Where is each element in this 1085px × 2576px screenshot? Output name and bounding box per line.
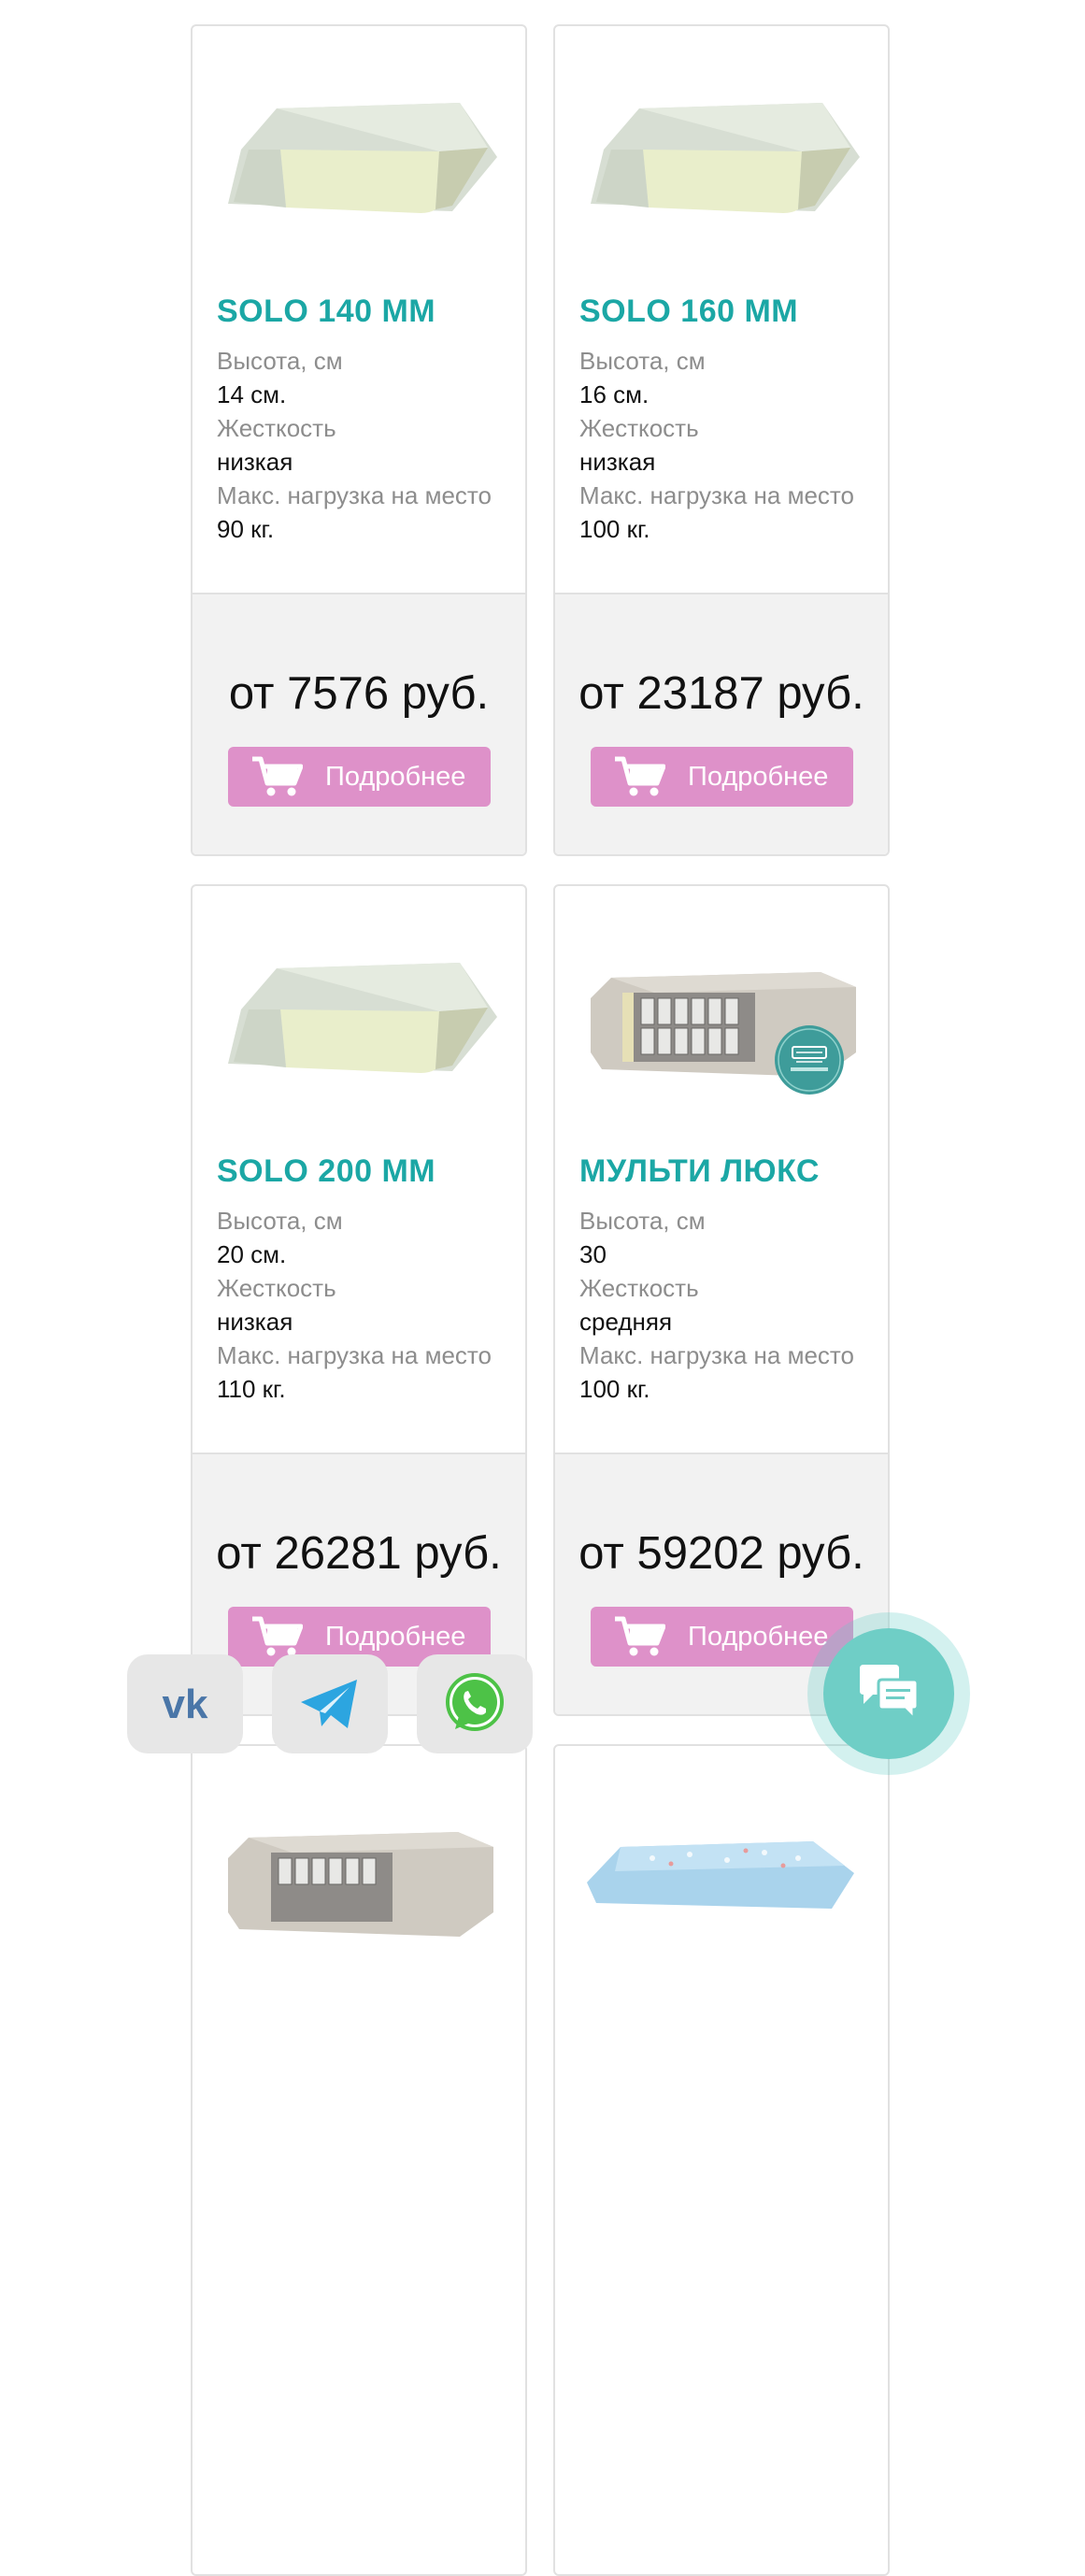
kids-mattress-image[interactable]: [578, 1772, 869, 1959]
double-sided-badge-icon: [775, 1025, 844, 1095]
details-button-label: Подробнее: [688, 1621, 829, 1652]
svg-text:vk: vk: [163, 1682, 208, 1725]
details-button-label: Подробнее: [325, 761, 466, 792]
height-label: Высота, см: [579, 347, 706, 375]
product-card: SOLO 200 MM Высота, см 20 см. Жесткость …: [191, 884, 527, 1716]
product-specs: Высота, см 16 см. Жесткость низкая Макс.…: [579, 344, 869, 546]
details-button-label: Подробнее: [688, 761, 829, 792]
product-card: [191, 1744, 527, 2576]
telegram-icon: [301, 1680, 357, 1728]
telegram-button[interactable]: [272, 1654, 388, 1753]
hardness-value: низкая: [579, 448, 656, 476]
hardness-label: Жесткость: [579, 1274, 699, 1302]
hardness-label: Жесткость: [217, 1274, 336, 1302]
product-specs: Высота, см 14 см. Жесткость низкая Макс.…: [217, 344, 507, 546]
hardness-value: низкая: [217, 1308, 293, 1336]
product-price: от 59202 руб.: [578, 1528, 864, 1579]
cart-icon: [615, 1616, 665, 1656]
product-price: от 23187 руб.: [578, 668, 864, 719]
product-price: от 7576 руб.: [228, 668, 490, 719]
spring-mattress-image[interactable]: [215, 1772, 507, 1959]
max-load-value: 100 кг.: [579, 515, 650, 543]
chat-bubbles-icon: [860, 1665, 920, 1723]
vk-icon: vk: [163, 1682, 208, 1725]
height-label: Высота, см: [579, 1207, 706, 1235]
product-title[interactable]: SOLO 160 MM: [579, 293, 798, 330]
details-button[interactable]: Подробнее: [591, 747, 853, 807]
foam-mattress-image[interactable]: [578, 52, 869, 239]
max-load-value: 110 кг.: [217, 1375, 286, 1403]
height-value: 16 см.: [579, 380, 650, 408]
height-value: 14 см.: [217, 380, 287, 408]
vk-button[interactable]: vk: [127, 1654, 243, 1753]
cart-icon: [615, 756, 665, 796]
hardness-label: Жесткость: [217, 414, 336, 442]
hardness-value: низкая: [217, 448, 293, 476]
height-value: 20 см.: [217, 1240, 287, 1268]
product-card: МУЛЬТИ ЛЮКС Высота, см 30 Жесткость сред…: [553, 884, 890, 1716]
product-title[interactable]: МУЛЬТИ ЛЮКС: [579, 1153, 820, 1190]
height-label: Высота, см: [217, 347, 343, 375]
product-price: от 26281 руб.: [216, 1528, 502, 1579]
product-specs: Высота, см 20 см. Жесткость низкая Макс.…: [217, 1204, 507, 1406]
details-button-label: Подробнее: [325, 1621, 466, 1652]
whatsapp-button[interactable]: [417, 1654, 533, 1753]
foam-mattress-image[interactable]: [215, 52, 507, 239]
max-load-label: Макс. нагрузка на место: [217, 481, 492, 509]
max-load-label: Макс. нагрузка на место: [579, 1341, 854, 1369]
hardness-label: Жесткость: [579, 414, 699, 442]
product-title[interactable]: SOLO 200 MM: [217, 1153, 435, 1190]
max-load-label: Макс. нагрузка на место: [579, 481, 854, 509]
product-card: [553, 1744, 890, 2576]
product-title[interactable]: SOLO 140 MM: [217, 293, 435, 330]
height-label: Высота, см: [217, 1207, 343, 1235]
cart-icon: [252, 756, 303, 796]
foam-mattress-image[interactable]: [215, 912, 507, 1099]
product-card: SOLO 160 MM Высота, см 16 см. Жесткость …: [553, 24, 890, 856]
max-load-label: Макс. нагрузка на место: [217, 1341, 492, 1369]
whatsapp-icon: [446, 1673, 504, 1731]
product-specs: Высота, см 30 Жесткость средняя Макс. на…: [579, 1204, 869, 1406]
card-footer: от 23187 руб. Подробнее: [555, 593, 888, 854]
chat-button[interactable]: [807, 1612, 970, 1775]
details-button[interactable]: Подробнее: [228, 747, 491, 807]
product-card: SOLO 140 MM Высота, см 14 см. Жесткость …: [191, 24, 527, 856]
cart-icon: [252, 1616, 303, 1656]
details-button[interactable]: Подробнее: [591, 1607, 853, 1667]
card-footer: от 7576 руб. Подробнее: [193, 593, 525, 854]
height-value: 30: [579, 1240, 607, 1268]
hardness-value: средняя: [579, 1308, 673, 1336]
max-load-value: 90 кг.: [217, 515, 275, 543]
max-load-value: 100 кг.: [579, 1375, 650, 1403]
chat-button-core[interactable]: [823, 1628, 954, 1759]
